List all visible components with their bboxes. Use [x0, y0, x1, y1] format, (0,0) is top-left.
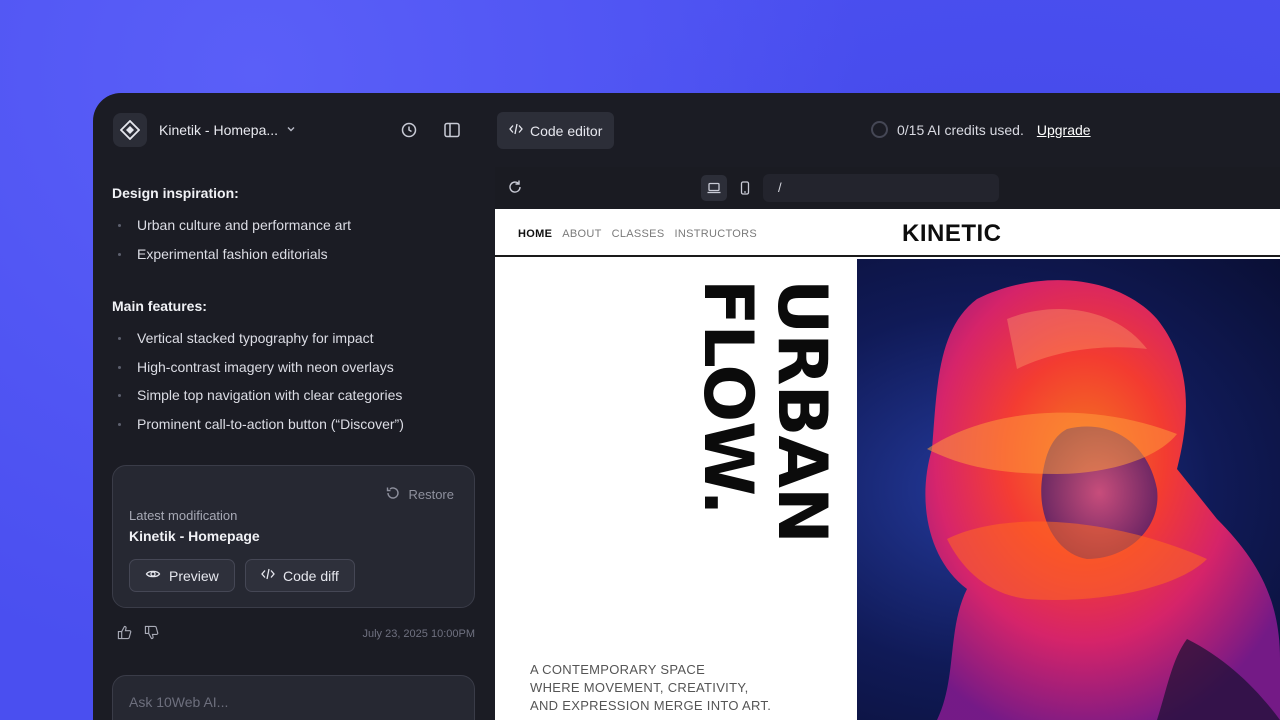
- list-item: Prominent call-to-action button (“Discov…: [112, 415, 404, 444]
- hero-description-line: WHERE MOVEMENT, CREATIVITY,: [530, 680, 749, 695]
- preview-button[interactable]: Preview: [129, 559, 235, 592]
- nav-instructors[interactable]: INSTRUCTORS: [674, 228, 757, 240]
- inspiration-list: Urban culture and performance art Experi…: [112, 216, 351, 273]
- feedback-controls: [117, 625, 159, 645]
- nav-home[interactable]: HOME: [518, 228, 552, 240]
- restore-label: Restore: [408, 487, 454, 502]
- browser-toolbar: /: [495, 167, 1280, 209]
- modification-card: Restore Latest modification Kinetik - Ho…: [112, 465, 475, 608]
- eye-icon: [145, 566, 161, 585]
- nav-about[interactable]: ABOUT: [562, 228, 601, 240]
- hero-line-1: URBAN: [762, 279, 841, 543]
- nav-links: HOME ABOUT CLASSES INSTRUCTORS: [518, 228, 757, 240]
- credits-progress-ring: [871, 121, 888, 138]
- app-window: Kinetik - Homepa... Code editor 0/15 AI …: [93, 93, 1280, 720]
- chevron-down-icon: [286, 124, 296, 137]
- credits-indicator: 0/15 AI credits used. Upgrade: [871, 121, 1091, 138]
- hero-description: A CONTEMPORARY SPACE WHERE MOVEMENT, CRE…: [530, 661, 771, 715]
- nav-classes[interactable]: CLASSES: [612, 228, 665, 240]
- section-title: Main features:: [112, 298, 207, 314]
- project-name-label: Kinetik - Homepa...: [159, 122, 279, 138]
- code-icon: [509, 122, 523, 139]
- ask-ai-input[interactable]: [129, 694, 449, 710]
- section-title: Design inspiration:: [112, 185, 239, 201]
- desktop-icon[interactable]: [701, 175, 727, 201]
- site-nav: HOME ABOUT CLASSES INSTRUCTORS KINETIC: [495, 209, 1280, 257]
- code-diff-label: Code diff: [283, 567, 339, 584]
- hero-line-2: FLOW.: [688, 279, 767, 515]
- site-brand[interactable]: KINETIC: [902, 220, 1002, 248]
- preview-panel: / HOME ABOUT CLASSES INSTRUCTORS KINETIC…: [495, 167, 1280, 720]
- features-list: Vertical stacked typography for impact H…: [112, 329, 404, 443]
- thumbs-up-icon[interactable]: [117, 625, 132, 645]
- hero-title: URBAN FLOW.: [687, 279, 841, 615]
- neon-fabric-figure-image: [925, 280, 1280, 720]
- website-preview: HOME ABOUT CLASSES INSTRUCTORS KINETIC U…: [495, 209, 1280, 720]
- history-icon[interactable]: [399, 120, 419, 140]
- modification-label: Latest modification: [129, 508, 238, 523]
- preview-label: Preview: [169, 567, 219, 584]
- code-editor-button[interactable]: Code editor: [497, 112, 615, 149]
- url-bar[interactable]: /: [763, 174, 999, 202]
- top-bar: Kinetik - Homepa... Code editor 0/15 AI …: [93, 93, 1280, 167]
- ask-ai-box: [112, 675, 475, 720]
- credits-text: 0/15 AI credits used.: [897, 121, 1024, 138]
- hero-description-line: AND EXPRESSION MERGE INTO ART.: [530, 698, 772, 713]
- hero-description-line: A CONTEMPORARY SPACE: [530, 662, 706, 677]
- refresh-icon[interactable]: [507, 179, 525, 197]
- restore-icon: [385, 485, 401, 504]
- restore-button[interactable]: Restore: [385, 485, 454, 504]
- list-item: Vertical stacked typography for impact: [112, 329, 404, 358]
- code-diff-button[interactable]: Code diff: [245, 559, 355, 592]
- message-timestamp: July 23, 2025 10:00PM: [362, 628, 475, 640]
- list-item: Experimental fashion editorials: [112, 245, 351, 274]
- chat-panel: Design inspiration: Urban culture and pe…: [93, 167, 495, 720]
- code-icon: [261, 567, 275, 584]
- upgrade-link[interactable]: Upgrade: [1037, 122, 1091, 138]
- diamond-logo-icon[interactable]: [113, 113, 147, 147]
- list-item: Simple top navigation with clear categor…: [112, 386, 404, 415]
- list-item: High-contrast imagery with neon overlays: [112, 358, 404, 387]
- mobile-icon[interactable]: [732, 175, 758, 201]
- list-item: Urban culture and performance art: [112, 216, 351, 245]
- hero-image: [857, 259, 1280, 720]
- thumbs-down-icon[interactable]: [144, 625, 159, 645]
- sidebar-toggle-icon[interactable]: [442, 120, 462, 140]
- modification-title: Kinetik - Homepage: [129, 528, 260, 544]
- project-selector[interactable]: Kinetik - Homepa...: [159, 122, 296, 138]
- hero-text-section: URBAN FLOW. A CONTEMPORARY SPACE WHERE M…: [495, 259, 857, 720]
- code-editor-label: Code editor: [530, 122, 603, 139]
